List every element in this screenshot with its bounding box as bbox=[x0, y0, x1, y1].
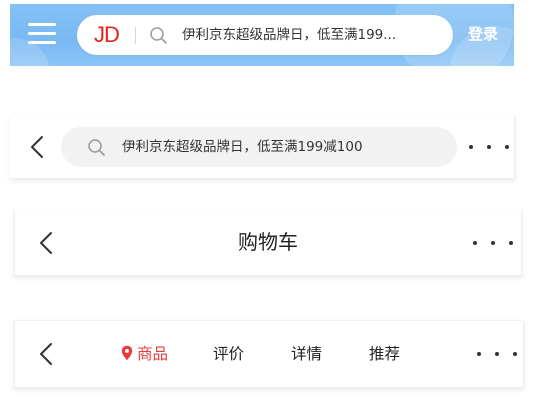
search-placeholder: 伊利京东超级品牌日，低至满199... bbox=[182, 27, 397, 43]
more-dots-icon[interactable] bbox=[469, 135, 509, 159]
search-header-bar: 伊利京东超级品牌日，低至满199减100 bbox=[10, 116, 515, 179]
tab-details[interactable]: 详情 bbox=[291, 341, 322, 367]
location-pin-icon bbox=[121, 343, 133, 369]
search-icon bbox=[87, 138, 106, 161]
tab-label: 推荐 bbox=[369, 345, 401, 363]
navigation-bar-showcase: JD 伊利京东超级品牌日，低至满199... 登录 伊利京东超级品牌日，低至满1… bbox=[0, 0, 540, 401]
search-icon bbox=[149, 26, 168, 49]
chevron-left-icon[interactable] bbox=[35, 340, 59, 368]
cart-header-bar: 购物车 bbox=[14, 211, 522, 276]
home-search-input[interactable]: JD 伊利京东超级品牌日，低至满199... bbox=[77, 15, 453, 55]
more-dots-icon[interactable] bbox=[477, 342, 517, 366]
hamburger-menu-icon[interactable] bbox=[28, 21, 56, 47]
search-divider bbox=[135, 27, 136, 44]
tab-product[interactable]: 商品 bbox=[121, 341, 168, 369]
tab-recommend[interactable]: 推荐 bbox=[369, 341, 400, 367]
chevron-left-icon[interactable] bbox=[26, 133, 50, 161]
tab-label: 商品 bbox=[137, 345, 169, 363]
search-input[interactable]: 伊利京东超级品牌日，低至满199减100 bbox=[61, 127, 457, 167]
jd-logo[interactable]: JD bbox=[94, 22, 120, 48]
more-dots-icon[interactable] bbox=[473, 231, 513, 255]
product-header-bar: 商品 评价 详情 推荐 bbox=[14, 320, 524, 388]
search-placeholder: 伊利京东超级品牌日，低至满199减100 bbox=[122, 139, 363, 155]
tab-label: 评价 bbox=[213, 345, 245, 363]
login-button[interactable]: 登录 bbox=[458, 24, 508, 44]
tab-label: 详情 bbox=[291, 345, 323, 363]
page-title: 购物车 bbox=[238, 230, 298, 254]
tab-reviews[interactable]: 评价 bbox=[213, 341, 244, 367]
home-header-bar: JD 伊利京东超级品牌日，低至满199... 登录 bbox=[10, 4, 514, 66]
